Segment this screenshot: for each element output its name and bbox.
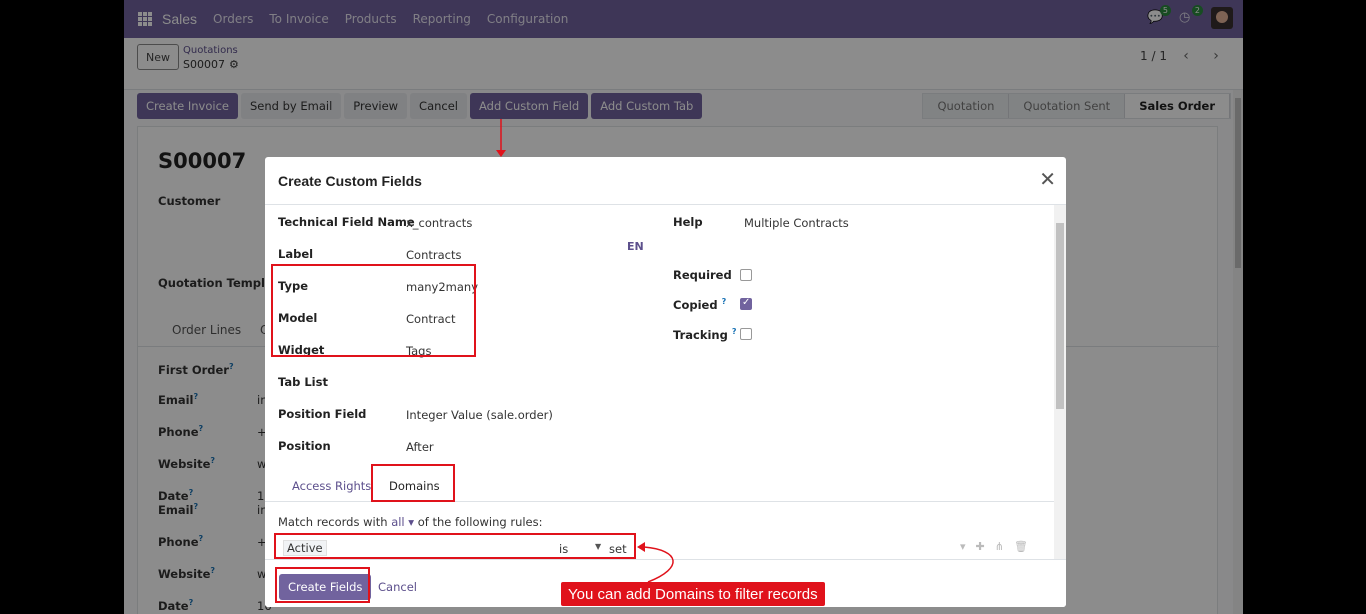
type-label: Type <box>278 279 309 293</box>
type-select[interactable]: many2many <box>406 280 478 294</box>
widget-label: Widget <box>278 343 325 357</box>
tracking-checkbox[interactable] <box>740 328 752 340</box>
domain-all-select[interactable]: all <box>391 515 404 529</box>
annotation-label: You can add Domains to filter records <box>561 582 825 606</box>
dialog-body: Technical Field Name x_contracts Label C… <box>265 205 1054 559</box>
copied-label: Copied ? <box>673 297 726 312</box>
help-icon[interactable]: ? <box>732 327 737 336</box>
add-rule-icon[interactable]: ✚ <box>976 540 985 553</box>
domain-suffix: of the following rules: <box>417 515 543 529</box>
caret-down-icon[interactable]: ▼ <box>595 542 601 551</box>
copied-checkbox[interactable] <box>740 297 752 310</box>
language-button[interactable]: EN <box>627 240 644 253</box>
dialog-scrollbar-thumb[interactable] <box>1056 223 1064 409</box>
tab-access-rights[interactable]: Access Rights <box>292 479 371 493</box>
label-input[interactable]: Contracts <box>406 248 461 262</box>
add-branch-icon[interactable]: ⋔ <box>995 540 1004 553</box>
domain-rule-tools: ▾ ✚ ⋔ 🗑 <box>960 540 1028 553</box>
position-field-select[interactable]: Integer Value (sale.order) <box>406 408 553 422</box>
tracking-label: Tracking ? <box>673 327 737 342</box>
odoo-app: Sales Orders To Invoice Products Reporti… <box>124 0 1243 614</box>
trash-icon[interactable]: 🗑 <box>1014 540 1028 553</box>
dialog-title: Create Custom Fields <box>278 173 422 189</box>
help-label: Help <box>673 215 703 229</box>
model-label: Model <box>278 311 318 325</box>
domain-rule-value[interactable]: set <box>609 542 627 556</box>
create-fields-button[interactable]: Create Fields <box>279 574 372 600</box>
help-input[interactable]: Multiple Contracts <box>744 216 849 230</box>
position-field-label: Position Field <box>278 407 367 421</box>
model-select[interactable]: Contract <box>406 312 455 326</box>
dialog-scrollbar[interactable] <box>1054 205 1066 559</box>
technical-field-name-label: Technical Field Name <box>278 215 415 229</box>
dialog-header: Create Custom Fields ✕ <box>265 157 1066 205</box>
domain-prefix: Match records with <box>278 515 388 529</box>
copied-label-text: Copied <box>673 297 718 312</box>
domain-rule-operator[interactable]: is <box>559 542 568 556</box>
tracking-label-text: Tracking <box>673 327 728 342</box>
position-select[interactable]: After <box>406 440 434 454</box>
create-custom-fields-dialog: Create Custom Fields ✕ Technical Field N… <box>265 157 1066 607</box>
close-icon[interactable]: ✕ <box>1039 169 1056 189</box>
widget-select[interactable]: Tags <box>406 344 431 358</box>
required-checkbox[interactable] <box>740 269 752 281</box>
position-label: Position <box>278 439 331 453</box>
tab-list-label: Tab List <box>278 375 328 389</box>
domain-rule-row: Active is ▼ set ▾ ✚ ⋔ 🗑 <box>278 538 1054 559</box>
technical-field-name-input[interactable]: x_contracts <box>406 216 472 230</box>
cancel-button[interactable]: Cancel <box>378 580 417 594</box>
domain-match-text: Match records with all ▾ of the followin… <box>278 515 543 529</box>
label-label: Label <box>278 247 314 261</box>
caret-down-icon[interactable]: ▾ <box>960 540 966 553</box>
domain-rule-field[interactable]: Active <box>283 540 327 556</box>
dialog-tab-divider <box>265 501 1054 502</box>
help-icon[interactable]: ? <box>722 297 727 306</box>
tab-domains[interactable]: Domains <box>389 479 440 493</box>
required-label: Required <box>673 268 732 282</box>
caret-down-icon[interactable]: ▾ <box>405 515 414 529</box>
